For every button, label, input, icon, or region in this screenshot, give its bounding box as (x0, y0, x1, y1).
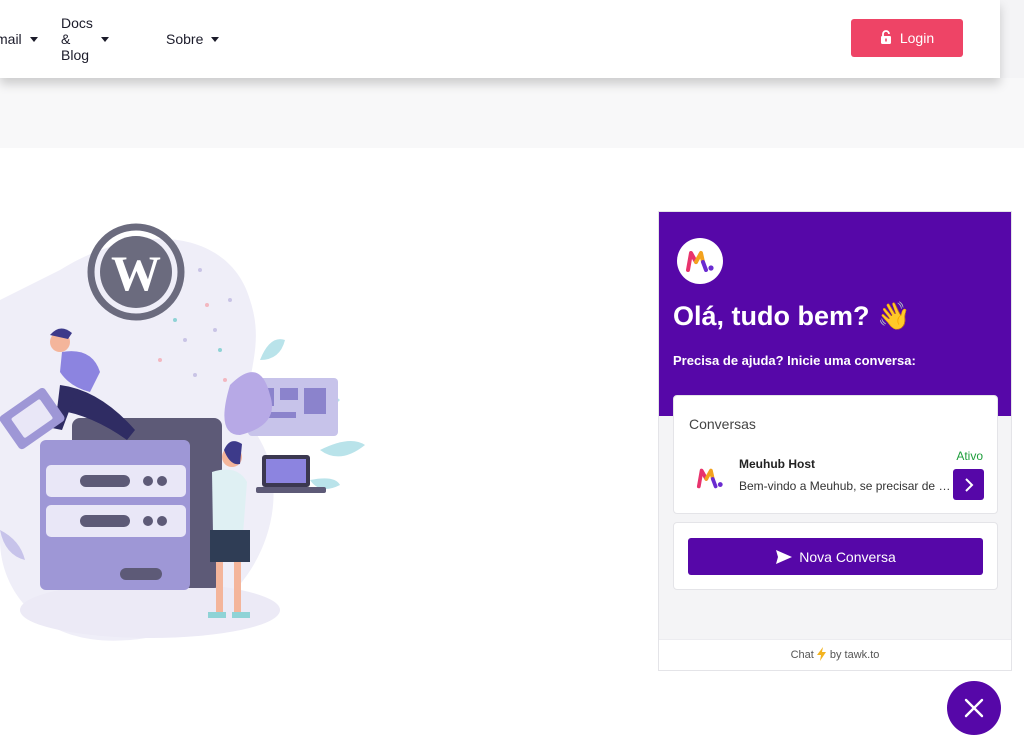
lightning-icon (816, 646, 826, 664)
nav-item-email[interactable]: mail (0, 31, 38, 47)
new-conversation-button[interactable]: Nova Conversa (688, 538, 983, 575)
new-conversation-label: Nova Conversa (799, 548, 896, 565)
status-badge: Ativo (956, 449, 983, 463)
wordpress-icon: W (87, 223, 185, 321)
close-icon (964, 698, 984, 718)
login-button[interactable]: Login (851, 19, 963, 57)
login-label: Login (899, 30, 935, 46)
meuhub-logo (677, 238, 723, 284)
page-edge (1000, 0, 1024, 78)
nav-item-label: Docs & Blog (61, 15, 93, 63)
lock-icon (880, 29, 892, 47)
conversations-card: Conversas Meuhub Host Ativo Bem-vindo a … (673, 395, 998, 514)
chevron-down-icon (211, 36, 220, 42)
conversations-header: Conversas (689, 416, 756, 432)
svg-text:W: W (111, 245, 161, 301)
chat-greeting: Olá, tudo bem? 👋 (673, 301, 911, 331)
avatar (696, 464, 724, 492)
nav-item-label: mail (0, 31, 22, 47)
hosting-illustration: W (0, 210, 400, 650)
close-chat-button[interactable] (947, 681, 1001, 735)
conversation-agent-name: Meuhub Host (739, 457, 815, 471)
send-icon (776, 549, 793, 564)
nav-item-sobre[interactable]: Sobre (166, 31, 220, 47)
chat-widget: Olá, tudo bem? 👋 Precisa de ajuda? Inici… (658, 211, 1012, 671)
header-band (0, 78, 1024, 148)
conversation-preview: Bem-vindo a Meuhub, se precisar de ajuda… (739, 479, 955, 493)
top-navbar: mail Docs & Blog Sobre Login (0, 0, 1000, 78)
nav-item-label: Sobre (166, 31, 204, 47)
footer-powered-by[interactable]: by tawk.to (830, 649, 880, 661)
chat-header: Olá, tudo bem? 👋 Precisa de ajuda? Inici… (659, 212, 1011, 416)
open-conversation-button[interactable] (953, 469, 984, 500)
chat-footer: Chat by tawk.to (659, 639, 1011, 670)
chevron-right-icon (964, 477, 973, 492)
new-conversation-card: Nova Conversa (673, 522, 998, 590)
chat-subtitle: Precisa de ajuda? Inicie uma conversa: (673, 353, 916, 368)
chevron-down-icon (29, 36, 38, 42)
nav-item-docs-blog[interactable]: Docs & Blog (61, 15, 109, 63)
chevron-down-icon (100, 36, 109, 42)
footer-chat-label: Chat (790, 649, 814, 661)
conversation-item[interactable]: Meuhub Host Ativo Bem-vindo a Meuhub, se… (674, 448, 997, 508)
